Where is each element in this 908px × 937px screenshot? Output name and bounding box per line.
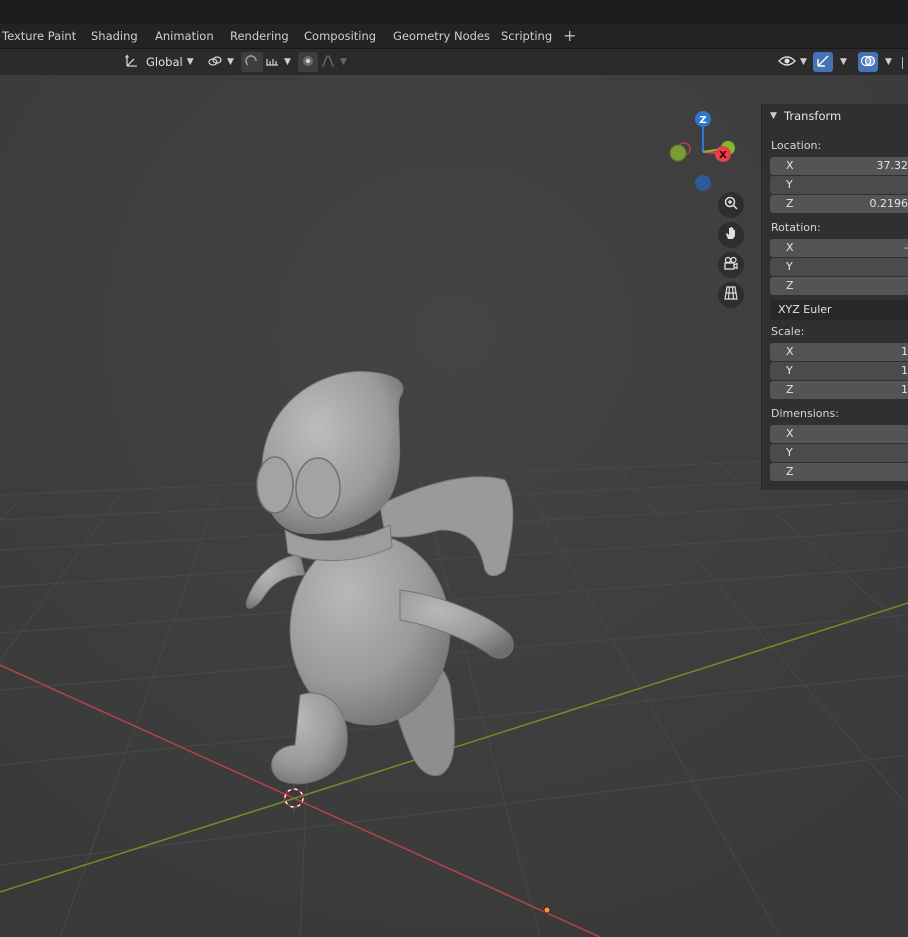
camera-view-button[interactable] <box>718 252 744 278</box>
tab-geometry-nodes[interactable]: Geometry Nodes <box>393 24 490 48</box>
transform-panel-header[interactable]: ▼ Transform <box>762 104 908 128</box>
overlays-dropdown[interactable]: ▼ <box>881 52 892 72</box>
field-value: 1 <box>901 345 908 358</box>
scale-x-field[interactable]: X1 <box>770 343 908 361</box>
axis-label: X <box>786 159 794 172</box>
link-icon <box>207 53 223 72</box>
gizmo-z-label: Z <box>699 115 706 126</box>
rotation-mode-value: XYZ Euler <box>778 303 832 316</box>
top-bar <box>0 0 908 24</box>
field-value: - <box>904 241 908 254</box>
grid-ortho-icon <box>723 285 739 305</box>
rotation-mode-select[interactable]: XYZ Euler <box>770 300 908 320</box>
perspective-toggle-button[interactable] <box>718 282 744 308</box>
proportional-falloff-dropdown[interactable]: ▼ <box>320 52 347 72</box>
field-value: 1 <box>901 364 908 377</box>
workspace-tabs: Texture Paint Shading Animation Renderin… <box>0 24 908 49</box>
proportional-icon <box>301 54 315 71</box>
tab-animation[interactable]: Animation <box>155 24 214 48</box>
axis-label: Z <box>786 383 794 396</box>
axis-label: Y <box>786 178 793 191</box>
overlays-toggle[interactable] <box>858 52 878 72</box>
axis-label: Y <box>786 446 793 459</box>
chevron-down-icon: ▼ <box>840 57 847 67</box>
snap-toggle[interactable] <box>241 52 263 72</box>
gizmo-toggle[interactable] <box>813 52 833 72</box>
field-value: 37.32 <box>876 159 908 172</box>
xray-toggle[interactable] <box>902 57 908 69</box>
chevron-down-icon: ▼ <box>284 57 291 67</box>
hand-pan-icon <box>723 225 739 245</box>
snap-increment-icon <box>264 53 280 72</box>
location-label: Location: <box>771 139 822 152</box>
rotation-x-field[interactable]: X- <box>770 239 908 257</box>
object-origin <box>543 906 551 914</box>
transform-orientation-dropdown[interactable]: Global ▼ <box>124 52 194 72</box>
proportional-editing-toggle[interactable] <box>298 52 318 72</box>
dimensions-x-field[interactable]: X <box>770 425 908 443</box>
axis-label: X <box>786 427 794 440</box>
camera-icon <box>723 255 739 275</box>
chevron-down-icon: ▼ <box>770 111 777 121</box>
axis-label: X <box>786 241 794 254</box>
overlays-icon <box>860 53 876 72</box>
field-value: 1 <box>901 383 908 396</box>
chevron-down-icon: ▼ <box>800 57 807 67</box>
visibility-dropdown[interactable]: ▼ <box>778 52 807 72</box>
transform-panel-title: Transform <box>784 109 842 123</box>
axis-label: X <box>786 345 794 358</box>
orientation-axes-icon <box>124 53 140 72</box>
axis-label: Y <box>786 364 793 377</box>
gizmo-x-label: X <box>719 150 727 161</box>
dimensions-z-field[interactable]: Z <box>770 463 908 481</box>
dimensions-label: Dimensions: <box>771 407 839 420</box>
axis-label: Z <box>786 197 794 210</box>
tab-scripting[interactable]: Scripting <box>501 24 552 48</box>
location-x-field[interactable]: X 37.32 <box>770 157 908 175</box>
scale-y-field[interactable]: Y1 <box>770 362 908 380</box>
chevron-down-icon: ▼ <box>227 57 234 67</box>
snap-target-dropdown[interactable]: ▼ <box>264 52 291 72</box>
tab-compositing[interactable]: Compositing <box>304 24 376 48</box>
tab-texture-paint[interactable]: Texture Paint <box>2 24 76 48</box>
eye-icon <box>778 54 796 71</box>
gizmo-dropdown[interactable]: ▼ <box>836 52 847 72</box>
axis-label: Z <box>786 279 794 292</box>
orientation-label: Global <box>146 55 183 69</box>
axis-label: Y <box>786 260 793 273</box>
rotation-y-field[interactable]: Y <box>770 258 908 276</box>
gizmo-icon <box>815 53 831 72</box>
scale-z-field[interactable]: Z1 <box>770 381 908 399</box>
falloff-curve-icon <box>320 53 336 72</box>
scale-label: Scale: <box>771 325 805 338</box>
tab-shading[interactable]: Shading <box>91 24 138 48</box>
pivot-point-dropdown[interactable]: ▼ <box>207 52 234 72</box>
rotation-label: Rotation: <box>771 221 821 234</box>
transform-panel: ▼ Transform Location: X 37.32 Y Z 0.2196 R… <box>761 104 908 490</box>
viewport-header: Global ▼ ▼ ▼ ▼ ▼ ▼ ▼ <box>0 49 908 75</box>
field-value: 0.2196 <box>869 197 908 210</box>
zoom-icon <box>723 195 739 215</box>
3d-viewport[interactable]: Z X ▼ Transform Location: X 37.32 Y Z0.2… <box>0 75 908 937</box>
magnet-icon <box>244 53 260 72</box>
pan-button[interactable] <box>718 222 744 248</box>
chevron-down-icon: ▼ <box>340 57 347 67</box>
zoom-button[interactable] <box>718 192 744 218</box>
dimensions-y-field[interactable]: Y <box>770 444 908 462</box>
location-z-field[interactable]: Z 0.2196 <box>770 195 908 213</box>
tab-rendering[interactable]: Rendering <box>230 24 289 48</box>
location-y-field[interactable]: Y <box>770 176 908 194</box>
chevron-down-icon: ▼ <box>885 57 892 67</box>
rotation-z-field[interactable]: Z <box>770 277 908 295</box>
add-workspace-button[interactable]: + <box>563 24 576 48</box>
chevron-down-icon: ▼ <box>186 57 194 67</box>
axis-label: Z <box>786 465 794 478</box>
